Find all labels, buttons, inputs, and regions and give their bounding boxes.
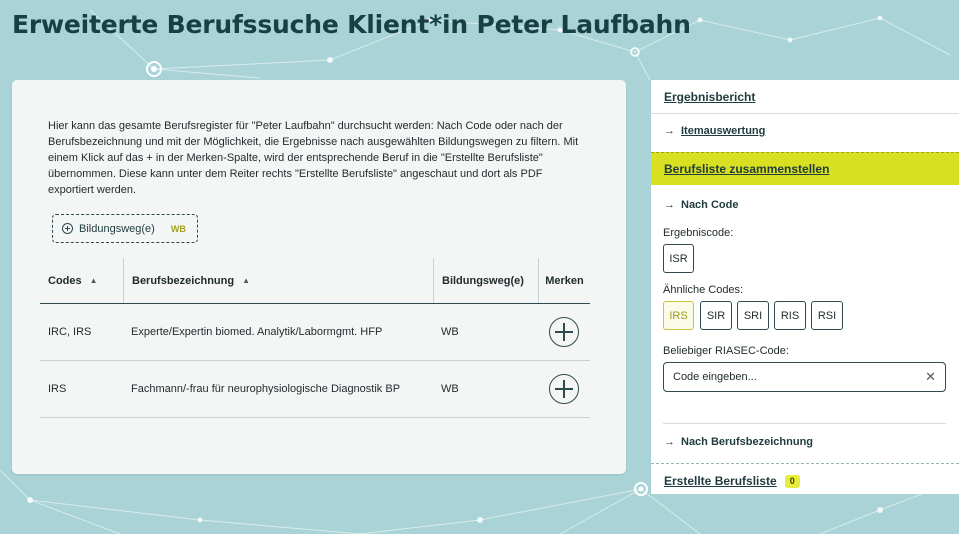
cell-bildungsweg: WB xyxy=(441,383,459,395)
page-title: Erweiterte Berufssuche Klient*in Peter L… xyxy=(12,10,691,39)
riasec-placeholder: Code eingeben... xyxy=(673,371,757,383)
sort-icon: ▲︎ xyxy=(242,276,250,285)
col-bildungsweg-header: Bildungsweg(e) xyxy=(433,258,538,303)
similar-code-button[interactable]: RSI xyxy=(811,301,843,330)
col-beruf-header[interactable]: Berufsbezeichnung ▲︎ xyxy=(123,258,433,303)
filter-tag: WB xyxy=(170,223,186,234)
link-itemauswertung[interactable]: → Itemauswertung xyxy=(664,125,765,137)
count-badge: 0 xyxy=(784,474,800,488)
riasec-code-input[interactable]: Code eingeben... ✕ xyxy=(663,362,946,392)
ergebniscode-label: Ergebniscode: xyxy=(663,227,734,239)
filter-label: Bildungsweg(e) xyxy=(79,222,155,235)
cell-codes: IRS xyxy=(48,383,67,395)
similar-code-button[interactable]: SIR xyxy=(700,301,732,330)
bildungsweg-filter-button[interactable]: Bildungsweg(e) WB xyxy=(52,214,198,243)
riasec-label: Beliebiger RIASEC-Code: xyxy=(663,345,789,357)
col-merken-header: Merken xyxy=(538,258,590,303)
cell-beruf: Experte/Expertin biomed. Analytik/Laborm… xyxy=(131,326,383,338)
sidebar: Ergebnisbericht → Itemauswertung Berufsl… xyxy=(651,80,959,494)
link-erstellte-berufsliste[interactable]: Erstellte Berufsliste 0 xyxy=(664,474,800,488)
table-row: IRS Fachmann/-frau für neurophysiologisc… xyxy=(40,361,590,418)
sort-icon: ▲︎ xyxy=(89,276,98,285)
cell-codes: IRC, IRS xyxy=(48,326,92,338)
table-row: IRC, IRS Experte/Expertin biomed. Analyt… xyxy=(40,304,590,361)
arrow-right-icon: → xyxy=(664,125,675,137)
clear-icon[interactable]: ✕ xyxy=(925,369,936,385)
cell-bildungsweg: WB xyxy=(441,326,459,338)
similar-code-button[interactable]: SRI xyxy=(737,301,769,330)
link-nach-code[interactable]: → Nach Code xyxy=(664,199,738,211)
intro-text: Hier kann das gesamte Berufsregister für… xyxy=(48,120,579,196)
merken-add-button[interactable] xyxy=(549,317,579,347)
plus-circle-icon xyxy=(62,223,73,234)
aehnliche-codes-label: Ähnliche Codes: xyxy=(663,284,744,296)
search-card: Hier kann das gesamte Berufsregister für… xyxy=(12,80,626,474)
link-ergebnisbericht[interactable]: Ergebnisbericht xyxy=(664,90,755,104)
link-nach-berufsbezeichnung[interactable]: → Nach Berufsbezeichnung xyxy=(664,436,813,448)
similar-code-button[interactable]: IRS xyxy=(663,301,694,330)
results-table: Codes ▲︎ Berufsbezeichnung ▲︎ Bildungswe… xyxy=(40,258,590,418)
col-codes-header[interactable]: Codes ▲︎ xyxy=(40,258,123,303)
similar-code-button[interactable]: RIS xyxy=(774,301,806,330)
merken-add-button[interactable] xyxy=(549,374,579,404)
ergebniscode-button[interactable]: ISR xyxy=(663,244,694,273)
section-berufsliste-zusammenstellen[interactable]: Berufsliste zusammenstellen xyxy=(651,152,959,185)
table-header: Codes ▲︎ Berufsbezeichnung ▲︎ Bildungswe… xyxy=(40,258,590,304)
arrow-right-icon: → xyxy=(664,199,675,211)
arrow-right-icon: → xyxy=(664,436,675,448)
cell-beruf: Fachmann/-frau für neurophysiologische D… xyxy=(131,383,401,395)
